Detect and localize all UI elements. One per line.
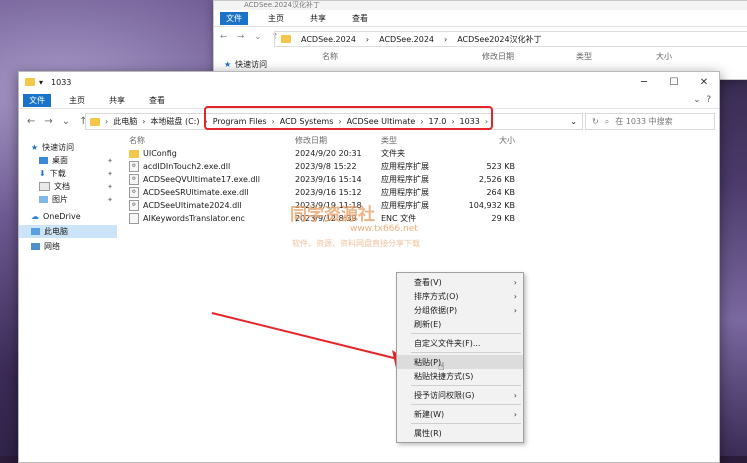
context-menu: 查看(V) › 排序方式(O) › 分组依据(P) › 刷新(E) 自定义文件夹(F)… [396,272,524,443]
chevron-right-icon: › [513,305,517,315]
red-arrow-annotation [211,312,410,368]
menu-item-properties[interactable]: 属性(R) [397,426,523,440]
chevron-right-icon: › [513,390,517,400]
chevron-right-icon: › [513,277,517,287]
menu-separator [411,385,521,386]
menu-item-sort-by[interactable]: 排序方式(O) › [397,289,523,303]
menu-item-refresh[interactable]: 刷新(E) [397,317,523,331]
menu-item-group-by[interactable]: 分组依据(P) › [397,303,523,317]
menu-separator [411,404,521,405]
menu-separator [411,423,521,424]
menu-item-paste-shortcut[interactable]: 粘贴快捷方式(S) [397,369,523,383]
menu-item-customize-folder[interactable]: 自定义文件夹(F)... [397,336,523,350]
menu-item-new[interactable]: 新建(W) › [397,407,523,421]
menu-separator [411,352,521,353]
mouse-cursor-icon: ☝ [438,360,445,373]
menu-item-give-access[interactable]: 授予访问权限(G) › [397,388,523,402]
menu-item-paste[interactable]: 粘贴(P) [397,355,523,369]
chevron-right-icon: › [513,409,517,419]
menu-item-view[interactable]: 查看(V) › [397,275,523,289]
menu-separator [411,333,521,334]
chevron-right-icon: › [513,291,517,301]
